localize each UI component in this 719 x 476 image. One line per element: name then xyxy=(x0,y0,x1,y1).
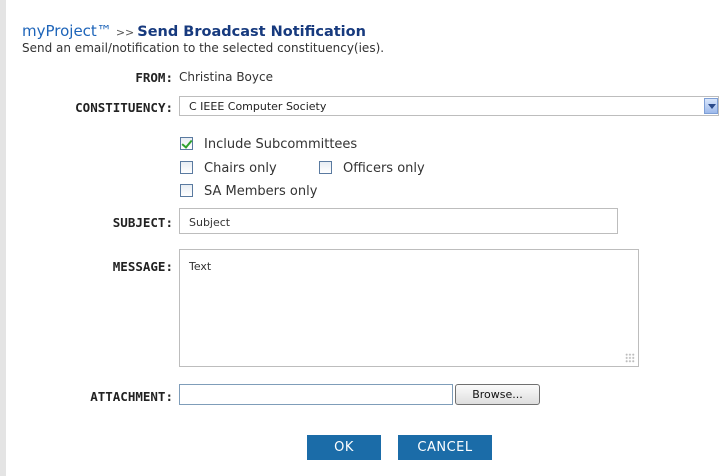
brand-link[interactable]: myProject™ xyxy=(22,22,112,40)
sa-members-only-label[interactable]: SA Members only xyxy=(204,184,317,199)
officers-only-label[interactable]: Officers only xyxy=(343,161,425,176)
from-value: Christina Boyce xyxy=(179,70,273,84)
chairs-only-label[interactable]: Chairs only xyxy=(204,161,277,176)
chairs-only-checkbox[interactable] xyxy=(180,161,193,174)
page-description: Send an email/notification to the select… xyxy=(22,41,385,55)
constituency-selected-value: C IEEE Computer Society xyxy=(189,100,327,113)
include-subcommittees-label[interactable]: Include Subcommittees xyxy=(204,137,357,152)
ok-button[interactable]: OK xyxy=(307,435,381,460)
browse-button[interactable]: Browse... xyxy=(455,384,540,405)
breadcrumb-separator: >> xyxy=(115,26,135,39)
cancel-button[interactable]: CANCEL xyxy=(398,435,492,460)
constituency-label: CONSTITUENCY: xyxy=(75,100,173,115)
subject-label: SUBJECT: xyxy=(112,215,173,230)
message-label: MESSAGE: xyxy=(112,259,173,274)
subject-input-value: Subject xyxy=(189,216,231,229)
attachment-label: ATTACHMENT: xyxy=(90,389,173,404)
resize-grip-icon[interactable] xyxy=(625,353,635,363)
chevron-down-icon[interactable] xyxy=(704,98,718,114)
page-title: Send Broadcast Notification xyxy=(137,24,366,40)
subject-input[interactable]: Subject xyxy=(179,208,618,234)
from-label: FROM: xyxy=(135,70,173,85)
officers-only-checkbox[interactable] xyxy=(319,161,332,174)
constituency-select[interactable]: C IEEE Computer Society xyxy=(179,96,719,116)
message-textarea-value: Text xyxy=(189,260,212,273)
include-subcommittees-checkbox[interactable] xyxy=(180,137,193,150)
attachment-file-input[interactable] xyxy=(179,384,453,405)
sa-members-only-checkbox[interactable] xyxy=(180,184,193,197)
message-textarea[interactable]: Text xyxy=(179,249,639,367)
page-header: myProject™ >> Send Broadcast Notification xyxy=(22,21,366,40)
